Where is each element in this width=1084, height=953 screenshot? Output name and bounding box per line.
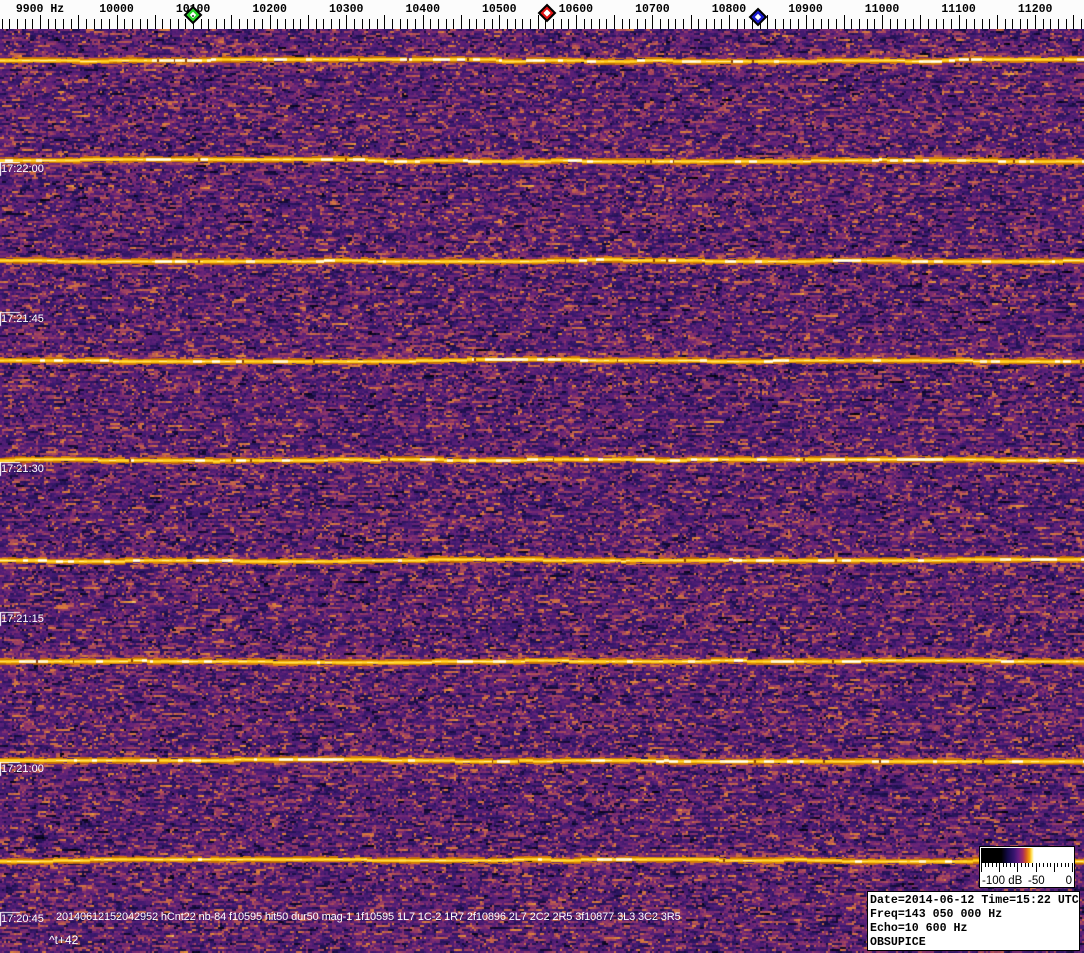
svg-text:10500: 10500 — [482, 3, 517, 16]
svg-text:11000: 11000 — [865, 3, 900, 16]
svg-text:11200: 11200 — [1018, 3, 1053, 16]
svg-text:10700: 10700 — [635, 3, 670, 16]
svg-text:10000: 10000 — [99, 3, 134, 16]
svg-text:10800: 10800 — [712, 3, 747, 16]
svg-text:10600: 10600 — [559, 3, 594, 16]
svg-text:10200: 10200 — [252, 3, 287, 16]
svg-text:10300: 10300 — [329, 3, 364, 16]
svg-text:9900 Hz: 9900 Hz — [16, 3, 64, 16]
svg-text:10400: 10400 — [405, 3, 440, 16]
svg-text:11100: 11100 — [941, 3, 976, 16]
svg-text:10900: 10900 — [788, 3, 823, 16]
